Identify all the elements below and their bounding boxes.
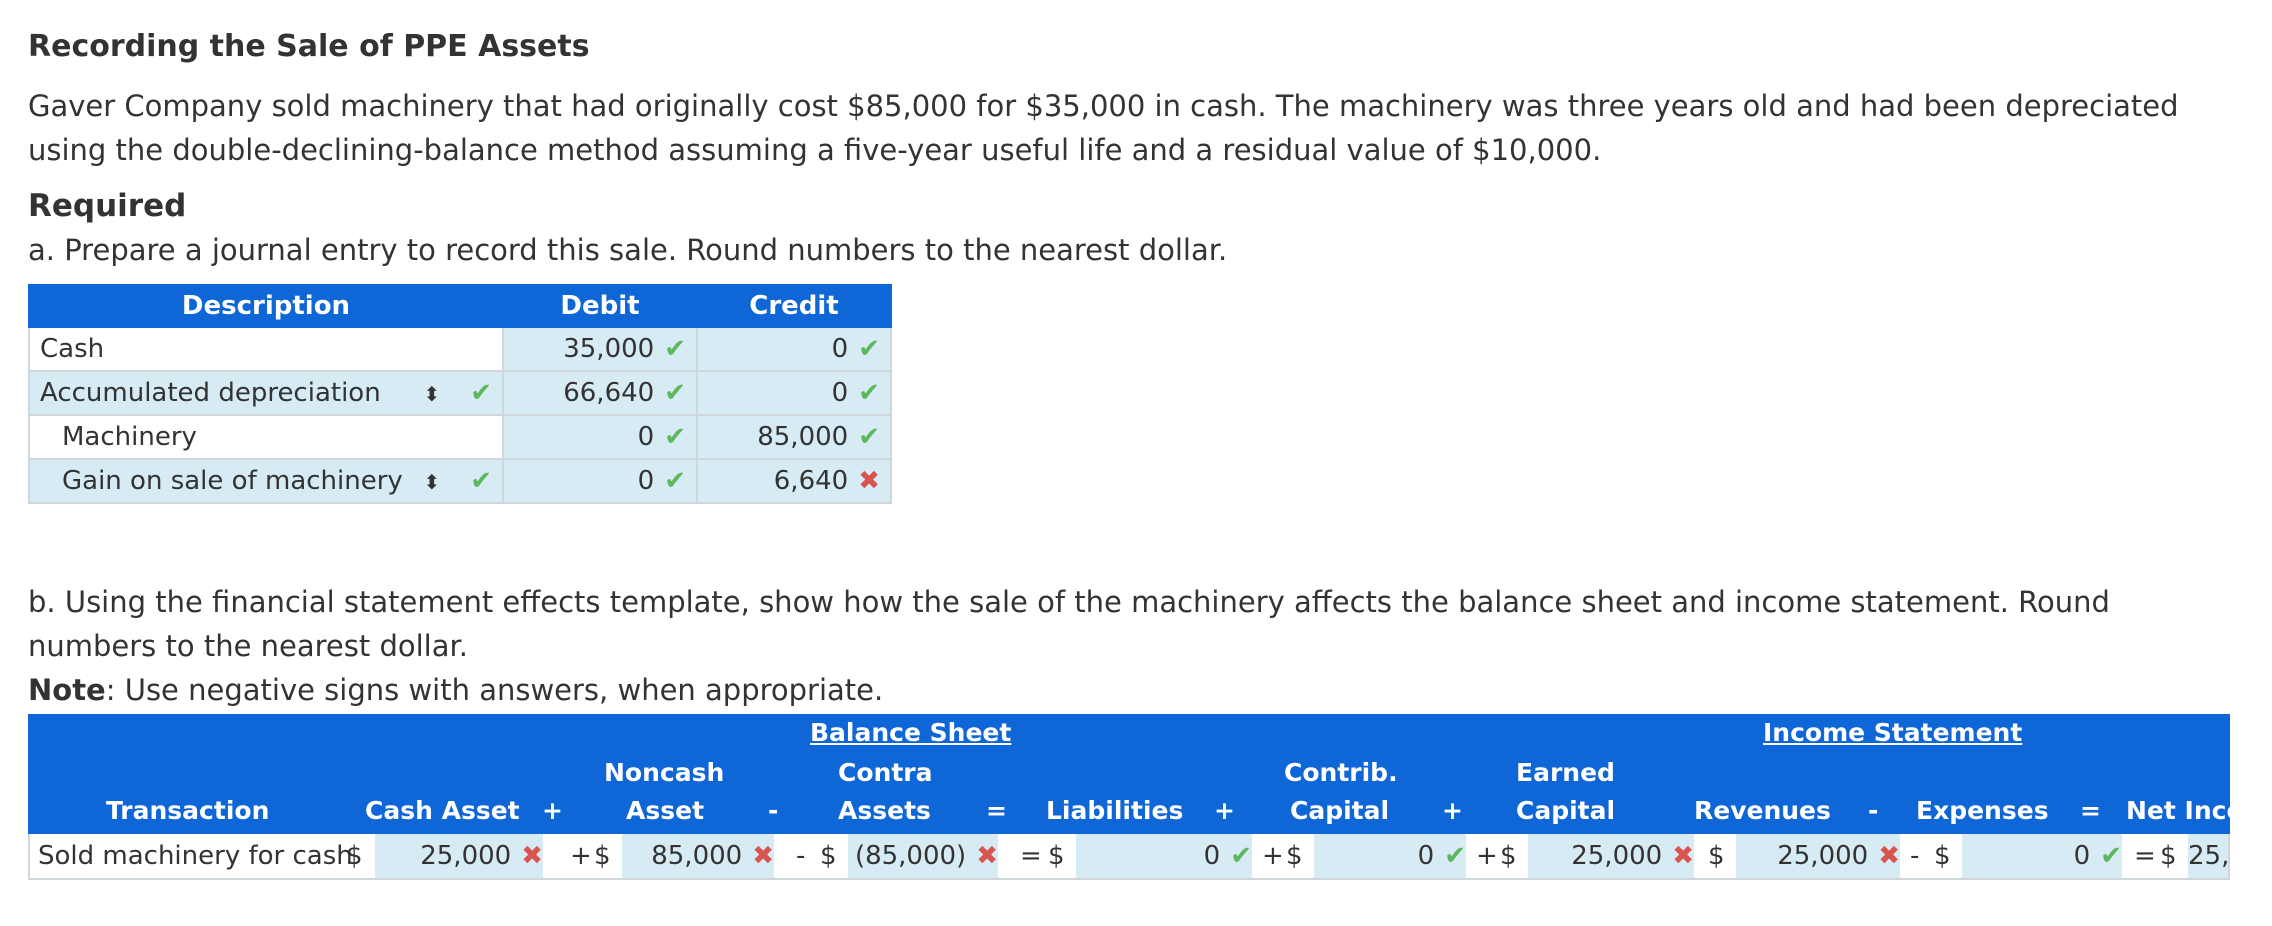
noncash-header-1: Noncash [604,758,725,787]
cross-icon: ✖ [752,841,774,871]
expenses-header: Expenses [1916,796,2049,825]
credit-header: Credit [696,284,892,328]
equals-operator: = [1020,841,1042,871]
contra-header-1: Contra [838,758,933,787]
debit-input[interactable]: 66,640 ✔ [502,370,698,416]
revenues-input[interactable]: 25,000 ✖ [1736,834,1900,878]
dollar-sign: $ [346,841,363,871]
check-icon: ✔ [858,378,880,408]
net-income-input[interactable]: 25,0 [2188,834,2228,878]
minus-operator: - [796,841,806,871]
dollar-sign: $ [1934,841,1951,871]
sort-arrows-icon: ⬍ [423,382,441,406]
debit-input[interactable]: 35,000 ✔ [502,326,698,372]
plus-header: + [542,796,563,825]
note: Note: Use negative signs with answers, w… [28,673,884,707]
check-icon: ✔ [1230,841,1252,871]
revenues-header: Revenues [1694,796,1831,825]
cross-icon: ✖ [976,841,998,871]
expenses-input[interactable]: 0 ✔ [1962,834,2122,878]
plus-operator: + [1476,841,1498,871]
journal-row: Accumulated depreciation ⬍ ✔ 66,640 ✔ 0 ✔ [28,370,892,416]
minus-operator: - [1910,841,1920,871]
part-b-instructions: b. Using the financial statement effects… [28,585,2110,663]
fse-transaction-row: Sold machinery for cash $ 25,000 ✖ + $ 85… [28,834,2230,880]
dollar-sign: $ [1500,841,1517,871]
plus-header: + [1214,796,1235,825]
check-icon: ✔ [470,466,492,496]
equals-operator: = [2134,841,2156,871]
dollar-sign: $ [1708,841,1725,871]
plus-header: + [1442,796,1463,825]
cash-asset-input[interactable]: 25,000 ✖ [375,834,543,878]
liabilities-input[interactable]: 0 ✔ [1076,834,1252,878]
description-header: Description [28,284,504,328]
balance-sheet-heading: Balance Sheet [810,718,1012,747]
earned-header-1: Earned [1516,758,1615,787]
credit-input[interactable]: 85,000 ✔ [696,414,892,460]
page-title: Recording the Sale of PPE Assets [28,29,590,64]
equals-header: = [2080,796,2101,825]
cross-icon: ✖ [858,466,880,496]
equals-header: = [986,796,1007,825]
earned-capital-input[interactable]: 25,000 ✖ [1528,834,1694,878]
fse-header: Balance Sheet Income Statement Noncash C… [28,714,2244,834]
debit-header: Debit [502,284,698,328]
journal-entry-table: Description Debit Credit Cash 35,000 ✔ 0 ✔… [28,284,892,504]
plus-operator: + [1262,841,1284,871]
account-select[interactable]: Accumulated depreciation ⬍ ✔ [28,370,504,416]
check-icon: ✔ [1444,841,1466,871]
check-icon: ✔ [664,466,686,496]
cash-asset-header: Cash Asset [365,796,520,825]
transaction-header: Transaction [106,796,270,825]
dollar-sign: $ [1048,841,1065,871]
check-icon: ✔ [858,334,880,364]
noncash-asset-input[interactable]: 85,000 ✖ [622,834,774,878]
dollar-sign: $ [594,841,611,871]
contra-assets-input[interactable]: (85,000) ✖ [848,834,998,878]
cross-icon: ✖ [1672,841,1694,871]
cross-icon: ✖ [1878,841,1900,871]
dollar-sign: $ [1286,841,1303,871]
sort-arrows-icon: ⬍ [423,470,441,494]
credit-input[interactable]: 6,640 ✖ [696,458,892,504]
problem-page: Recording the Sale of PPE Assets Gaver C… [28,24,2244,880]
income-statement-heading: Income Statement [1763,718,2023,747]
journal-row: Gain on sale of machinery ⬍ ✔ 0 ✔ 6,640 ✖ [28,458,892,504]
dollar-sign: $ [2160,841,2177,871]
account-select[interactable]: Gain on sale of machinery ⬍ ✔ [28,458,504,504]
journal-row: Cash 35,000 ✔ 0 ✔ [28,326,892,372]
minus-header: - [1868,796,1879,825]
contrib-capital-input[interactable]: 0 ✔ [1314,834,1466,878]
debit-input[interactable]: 0 ✔ [502,458,698,504]
problem-statement: Gaver Company sold machinery that had or… [28,89,2179,167]
contra-header-2: Assets [838,796,931,825]
credit-input[interactable]: 0 ✔ [696,326,892,372]
contrib-header-1: Contrib. [1284,758,1398,787]
part-a-instructions: a. Prepare a journal entry to record thi… [28,233,1228,267]
earned-header-2: Capital [1516,796,1616,825]
transaction-label: Sold machinery for cash [38,841,353,871]
financial-statement-effects-template: Balance Sheet Income Statement Noncash C… [28,714,2244,880]
check-icon: ✔ [664,334,686,364]
dollar-sign: $ [820,841,837,871]
description-cell: Machinery [28,414,504,460]
plus-operator: + [570,841,592,871]
check-icon: ✔ [858,422,880,452]
journal-row: Machinery 0 ✔ 85,000 ✔ [28,414,892,460]
check-icon: ✔ [664,378,686,408]
cross-icon: ✖ [521,841,543,871]
minus-header: - [768,796,779,825]
check-icon: ✔ [2100,841,2122,871]
check-icon: ✔ [470,378,492,408]
liabilities-header: Liabilities [1046,796,1184,825]
net-income-header: Net Inco [2126,796,2244,825]
noncash-header-2: Asset [626,796,705,825]
debit-input[interactable]: 0 ✔ [502,414,698,460]
contrib-header-2: Capital [1290,796,1390,825]
required-heading: Required [28,188,187,224]
description-cell: Cash [28,326,504,372]
check-icon: ✔ [664,422,686,452]
credit-input[interactable]: 0 ✔ [696,370,892,416]
